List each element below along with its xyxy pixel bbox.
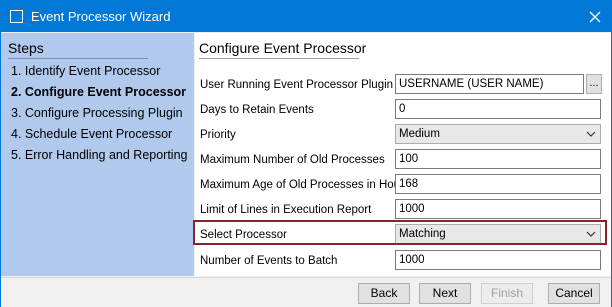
step-error-handling: 5. Error Handling and Reporting bbox=[11, 148, 188, 162]
steps-panel: Steps 1. Identify Event Processor 2. Con… bbox=[1, 33, 194, 276]
priority-label: Priority bbox=[200, 129, 236, 141]
title-bar[interactable]: Event Processor Wizard bbox=[1, 1, 611, 32]
back-button[interactable]: Back bbox=[358, 283, 410, 304]
chevron-down-icon bbox=[586, 131, 596, 137]
browse-user-button[interactable]: ... bbox=[586, 74, 602, 94]
step-configure-event-processor: 2. Configure Event Processor bbox=[11, 85, 187, 99]
next-button[interactable]: Next bbox=[419, 283, 471, 304]
steps-divider bbox=[8, 58, 148, 59]
max-old-processes-field[interactable]: 100 bbox=[395, 149, 601, 169]
close-button[interactable] bbox=[579, 1, 611, 32]
days-retain-field[interactable]: 0 bbox=[395, 99, 601, 119]
page-title: Configure Event Processor bbox=[199, 40, 367, 56]
finish-button[interactable]: Finish bbox=[481, 283, 533, 304]
limit-lines-label: Limit of Lines in Execution Report bbox=[200, 204, 372, 216]
priority-select[interactable]: Medium bbox=[395, 124, 601, 144]
cancel-button[interactable]: Cancel bbox=[548, 283, 600, 304]
wizard-footer: Back Next Finish Cancel bbox=[1, 277, 611, 307]
max-age-hours-field[interactable]: 168 bbox=[395, 174, 601, 194]
limit-lines-field[interactable]: 1000 bbox=[395, 199, 601, 219]
max-age-hours-label: Maximum Age of Old Processes in Hours bbox=[200, 179, 410, 191]
max-old-processes-label: Maximum Number of Old Processes bbox=[200, 154, 385, 166]
step-identify-event-processor: 1. Identify Event Processor bbox=[11, 64, 161, 78]
events-to-batch-label: Number of Events to Batch bbox=[200, 255, 338, 267]
days-retain-label: Days to Retain Events bbox=[200, 104, 314, 116]
events-to-batch-field[interactable]: 1000 bbox=[395, 250, 601, 270]
step-configure-processing-plugin: 3. Configure Processing Plugin bbox=[11, 106, 183, 120]
priority-value: Medium bbox=[399, 128, 440, 140]
window-icon bbox=[10, 10, 23, 23]
step-schedule-event-processor: 4. Schedule Event Processor bbox=[11, 127, 173, 141]
wizard-window: Event Processor Wizard Steps 1. Identify… bbox=[0, 0, 612, 307]
close-icon bbox=[589, 11, 601, 22]
window-title: Event Processor Wizard bbox=[31, 9, 171, 24]
user-plugin-field[interactable]: USERNAME (USER NAME) bbox=[395, 74, 584, 94]
title-divider bbox=[199, 58, 359, 59]
user-plugin-label: User Running Event Processor Plugin bbox=[200, 79, 394, 91]
steps-title: Steps bbox=[8, 40, 44, 56]
select-processor-highlight bbox=[193, 220, 607, 245]
